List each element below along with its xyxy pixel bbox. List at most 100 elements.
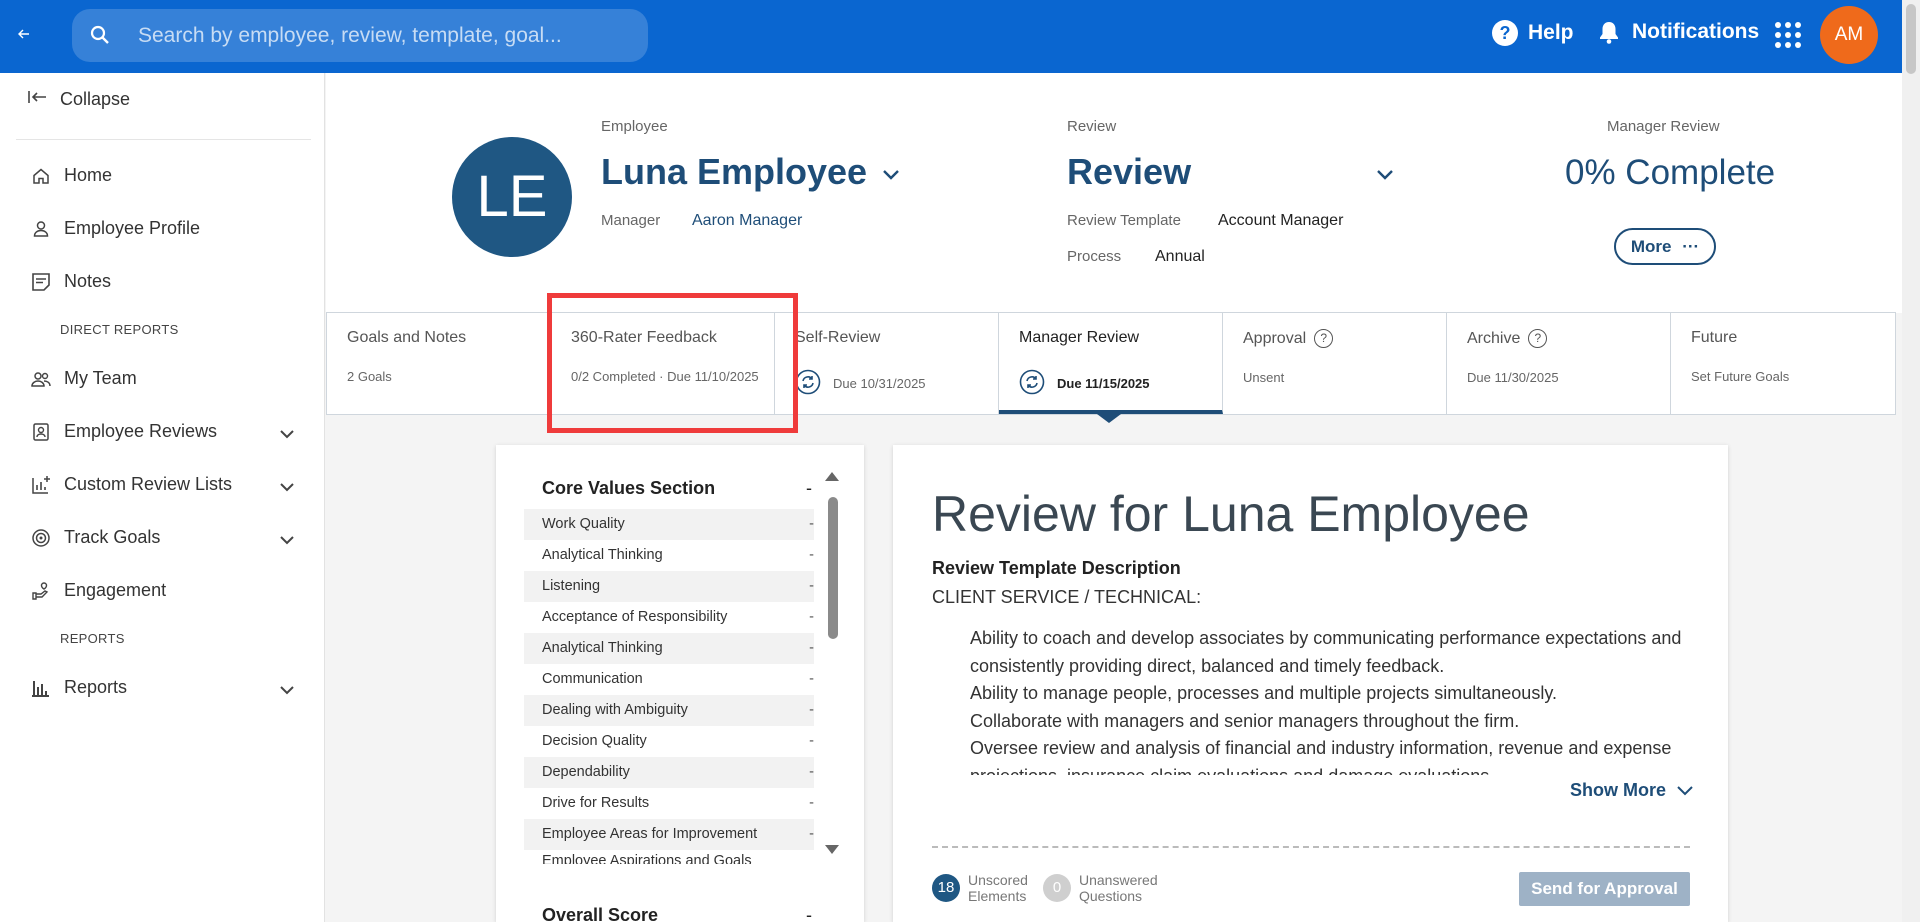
tab-subtitle: Unsent xyxy=(1243,370,1285,385)
help-button[interactable]: ? Help xyxy=(1492,20,1574,46)
outline-item-dash: - xyxy=(809,609,814,625)
user-avatar[interactable]: AM xyxy=(1820,6,1878,64)
unscored-elements-stat: 18 Unscored Elements xyxy=(932,872,1028,904)
outline-item[interactable]: Employee Areas for Improvement - xyxy=(524,819,814,850)
chevron-down-icon[interactable] xyxy=(279,423,295,444)
more-button-label: More xyxy=(1630,237,1672,256)
outline-item[interactable]: Work Quality - xyxy=(524,509,814,540)
core-values-section-title[interactable]: Core Values Section xyxy=(542,478,715,499)
manager-label: Manager xyxy=(601,212,661,229)
collapse-button[interactable]: Collapse xyxy=(28,89,130,110)
outline-item[interactable]: Acceptance of Responsibility - xyxy=(524,602,814,633)
back-arrow-icon[interactable] xyxy=(18,24,32,45)
person-icon xyxy=(30,220,52,238)
sidebar-item-home[interactable]: Home xyxy=(30,165,295,186)
sidebar-item-custom-review-lists[interactable]: Custom Review Lists xyxy=(30,474,295,495)
outline-item[interactable]: Dealing with Ambiguity - xyxy=(524,695,814,726)
manager-review-label: Manager Review xyxy=(1607,118,1720,135)
unscored-label-2: Elements xyxy=(968,888,1027,904)
ellipsis-icon: ··· xyxy=(1682,237,1700,256)
sidebar-item-my-team[interactable]: My Team xyxy=(30,368,295,389)
scroll-up-arrow-icon[interactable] xyxy=(825,472,839,481)
page-scrollbar-thumb[interactable] xyxy=(1906,4,1916,74)
review-dropdown-chevron-icon[interactable] xyxy=(1376,168,1394,186)
help-circle-icon[interactable]: ? xyxy=(1528,329,1548,348)
page-scrollbar[interactable] xyxy=(1902,0,1920,922)
tab-future[interactable]: Future Set Future Goals xyxy=(1671,313,1895,414)
sidebar-item-employee-profile[interactable]: Employee Profile xyxy=(30,218,295,239)
collapse-label: Collapse xyxy=(60,89,131,109)
template-description-title: Review Template Description xyxy=(932,558,1181,578)
tab-manager-review[interactable]: Manager Review Due 11/15/2025 xyxy=(999,313,1223,423)
outline-item[interactable]: Dependability - xyxy=(524,757,814,788)
collapse-icon xyxy=(28,89,48,110)
manager-link[interactable]: Aaron Manager xyxy=(692,212,802,230)
employee-dropdown-chevron-icon[interactable] xyxy=(882,168,900,186)
review-outline-panel: Core Values Section - Work Quality - Anal… xyxy=(496,445,864,922)
outline-item-dash: - xyxy=(809,640,814,656)
scroll-down-arrow-icon[interactable] xyxy=(825,845,839,854)
send-for-approval-button[interactable]: Send for Approval xyxy=(1519,872,1690,906)
outline-item[interactable]: Drive for Results - xyxy=(524,788,814,819)
more-button[interactable]: More ··· xyxy=(1614,228,1716,265)
section-collapse-toggle[interactable]: - xyxy=(806,478,812,499)
notifications-button[interactable]: Notifications xyxy=(1598,20,1759,44)
review-content-card: Review for Luna Employee Review Template… xyxy=(893,445,1728,922)
outline-item-label: Communication xyxy=(542,671,643,687)
outline-item-dash: - xyxy=(809,826,814,842)
team-icon xyxy=(30,371,52,387)
sidebar-item-label: My Team xyxy=(64,368,137,388)
outline-item[interactable]: Analytical Thinking - xyxy=(524,633,814,664)
outline-item-dash: - xyxy=(809,733,814,749)
sidebar-item-reports[interactable]: Reports xyxy=(30,677,295,698)
employee-name: Luna Employee xyxy=(601,151,868,192)
unscored-count-badge: 18 xyxy=(932,874,960,902)
sidebar-item-employee-reviews[interactable]: Employee Reviews xyxy=(30,421,295,442)
tab-title: Goals and Notes xyxy=(347,329,467,346)
outline-item[interactable]: Listening - xyxy=(524,571,814,602)
sidebar-item-notes[interactable]: Notes xyxy=(30,271,295,292)
unanswered-label: Unanswered xyxy=(1079,872,1158,888)
chevron-down-icon[interactable] xyxy=(279,679,295,700)
help-circle-icon[interactable]: ? xyxy=(1314,329,1334,348)
show-more-label: Show More xyxy=(1570,780,1667,800)
review-title: Review for Luna Employee xyxy=(932,486,1530,542)
outline-item[interactable]: Communication - xyxy=(524,664,814,695)
tab-self-review[interactable]: Self-Review Due 10/31/2025 xyxy=(775,313,999,414)
help-icon: ? xyxy=(1492,20,1518,46)
search-icon xyxy=(90,25,110,50)
tab-goals-and-notes[interactable]: Goals and Notes 2 Goals xyxy=(327,313,551,414)
chevron-down-icon[interactable] xyxy=(279,476,295,497)
app-launcher-icon[interactable] xyxy=(1775,22,1801,48)
outline-item-label: Decision Quality xyxy=(542,733,647,749)
list-item: Ability to coach and develop associates … xyxy=(970,625,1690,680)
chevron-down-icon[interactable] xyxy=(279,529,295,550)
sidebar-item-engagement[interactable]: Engagement xyxy=(30,580,295,601)
outline-item-label: Drive for Results xyxy=(542,795,650,811)
show-more-button[interactable]: Show More xyxy=(1570,780,1694,801)
outline-item[interactable]: Decision Quality - xyxy=(524,726,814,757)
tab-archive[interactable]: Archive? Due 11/30/2025 xyxy=(1447,313,1671,414)
engagement-icon xyxy=(30,581,52,601)
outline-item[interactable]: Analytical Thinking - xyxy=(524,540,814,571)
outline-item[interactable]: Employee Aspirations and Goals xyxy=(524,850,814,864)
outline-scrollbar[interactable] xyxy=(825,472,839,855)
search-input[interactable]: Search by employee, review, template, go… xyxy=(138,24,562,48)
outline-item-dash: - xyxy=(809,547,814,563)
outline-scrollbar-thumb[interactable] xyxy=(828,497,838,639)
review-badge-icon xyxy=(30,422,52,442)
sidebar-item-label: Home xyxy=(64,165,113,185)
help-label: Help xyxy=(1528,21,1574,44)
tab-subtitle: Set Future Goals xyxy=(1691,369,1790,384)
outline-item-label: Dependability xyxy=(542,764,630,780)
search-bar[interactable]: Search by employee, review, template, go… xyxy=(72,9,648,62)
outline-item-label: Listening xyxy=(542,578,601,594)
tab-approval[interactable]: Approval? Unsent xyxy=(1223,313,1447,414)
home-icon xyxy=(30,167,52,185)
chart-add-icon xyxy=(30,475,52,495)
section-collapse-toggle[interactable]: - xyxy=(806,905,812,922)
sidebar: Collapse Home Employee Profile Notes DIR… xyxy=(0,73,325,922)
overall-score-section-title[interactable]: Overall Score xyxy=(542,905,658,922)
sidebar-item-track-goals[interactable]: Track Goals xyxy=(30,527,295,548)
list-item: Ability to manage people, processes and … xyxy=(970,680,1690,708)
